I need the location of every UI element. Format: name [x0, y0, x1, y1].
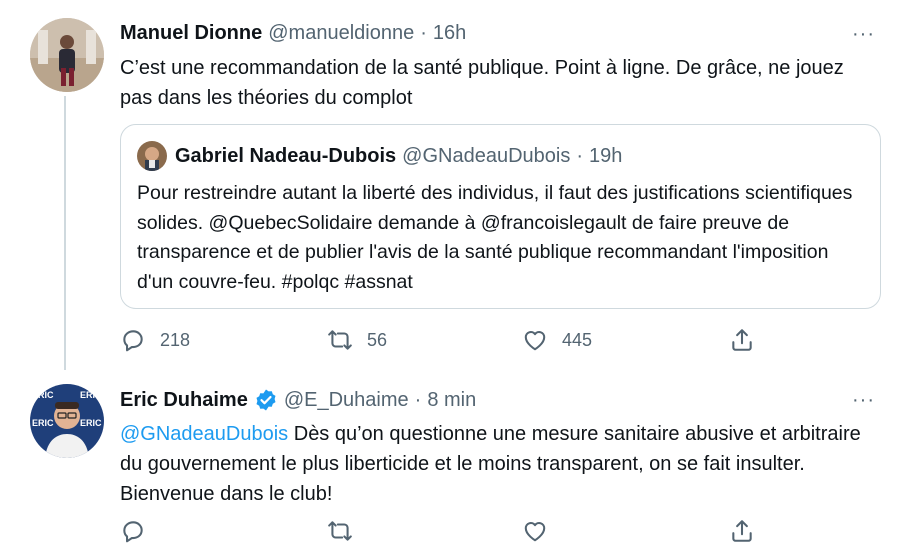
- quote-author-handle[interactable]: @GNadeauDubois: [402, 145, 570, 168]
- tweet1-retweet-button[interactable]: 56: [327, 327, 387, 353]
- reply-icon: [123, 330, 143, 352]
- retweet-icon: [328, 330, 352, 350]
- quote-text: Pour restreindre autant la liberté des i…: [137, 182, 853, 293]
- gabriel-nadeau-dubois-avatar[interactable]: [137, 141, 167, 171]
- tweet1-retweet-count: 56: [367, 329, 388, 350]
- share-icon: [732, 520, 752, 542]
- reply-icon: [123, 521, 143, 543]
- tweet1-share-button[interactable]: [729, 327, 755, 353]
- tweet2-mention-link[interactable]: @GNadeauDubois: [120, 423, 288, 445]
- manuel-dionne-avatar[interactable]: [30, 18, 104, 92]
- tweet1-header: Manuel Dionne @manueldionne · 16h: [120, 22, 466, 45]
- tweet1-reply-button[interactable]: 218: [120, 327, 190, 353]
- tweet2-author-name[interactable]: Eric Duhaime: [120, 389, 248, 412]
- quote-timestamp[interactable]: 19h: [589, 145, 622, 168]
- eric-duhaime-avatar[interactable]: ERIC ERIC ERIC ERIC: [30, 384, 104, 458]
- tweet1-text: C’est une recommandation de la santé pub…: [120, 57, 844, 109]
- avatar-banner-text: ERIC: [32, 418, 54, 428]
- quoted-tweet[interactable]: Gabriel Nadeau-Dubois @GNadeauDubois · 1…: [120, 124, 881, 309]
- person-photo-icon: ERIC ERIC ERIC ERIC: [30, 384, 104, 458]
- person-photo-icon: [137, 141, 167, 171]
- quote-author-name[interactable]: Gabriel Nadeau-Dubois: [175, 145, 396, 168]
- tweet1-author-name[interactable]: Manuel Dionne: [120, 22, 262, 45]
- retweet-icon: [328, 521, 352, 541]
- tweet1-separator: ·: [420, 22, 427, 44]
- tweet1-like-button[interactable]: 445: [522, 327, 592, 353]
- tweet1-reply-count: 218: [160, 329, 191, 350]
- tweet2-timestamp[interactable]: 8 min: [427, 389, 476, 412]
- tweet2-like-button[interactable]: [522, 518, 548, 544]
- tweet1-like-count: 445: [562, 329, 593, 350]
- tweet2-header: Eric Duhaime @E_Duhaime · 8 min: [120, 388, 476, 412]
- tweet2-more-icon[interactable]: ···: [852, 390, 875, 410]
- tweet1-more-icon[interactable]: ···: [852, 24, 875, 44]
- thread-connector-line: [64, 96, 66, 370]
- tweet2-share-button[interactable]: [729, 518, 755, 544]
- quote-header: Gabriel Nadeau-Dubois @GNadeauDubois · 1…: [175, 145, 622, 168]
- avatar-banner-text: ERIC: [32, 390, 54, 400]
- avatar-banner-text: ERIC: [80, 418, 102, 428]
- quote-separator: ·: [576, 145, 584, 167]
- tweet2-reply-button[interactable]: [120, 518, 146, 544]
- avatar-banner-text: ERIC: [80, 390, 102, 400]
- person-photo-icon: [30, 18, 104, 92]
- tweet1-author-handle[interactable]: @manueldionne: [268, 22, 414, 45]
- tweet2-retweet-button[interactable]: [327, 518, 353, 544]
- heart-icon: [524, 331, 546, 351]
- verified-badge-icon: [256, 389, 276, 411]
- tweet1-timestamp[interactable]: 16h: [433, 22, 466, 45]
- share-icon: [732, 329, 752, 351]
- tweet2-author-handle[interactable]: @E_Duhaime: [284, 389, 409, 412]
- tweet2-text-block: @GNadeauDubois Dès qu’on questionne une …: [120, 419, 880, 509]
- heart-icon: [524, 522, 546, 542]
- tweet2-separator: ·: [414, 388, 422, 411]
